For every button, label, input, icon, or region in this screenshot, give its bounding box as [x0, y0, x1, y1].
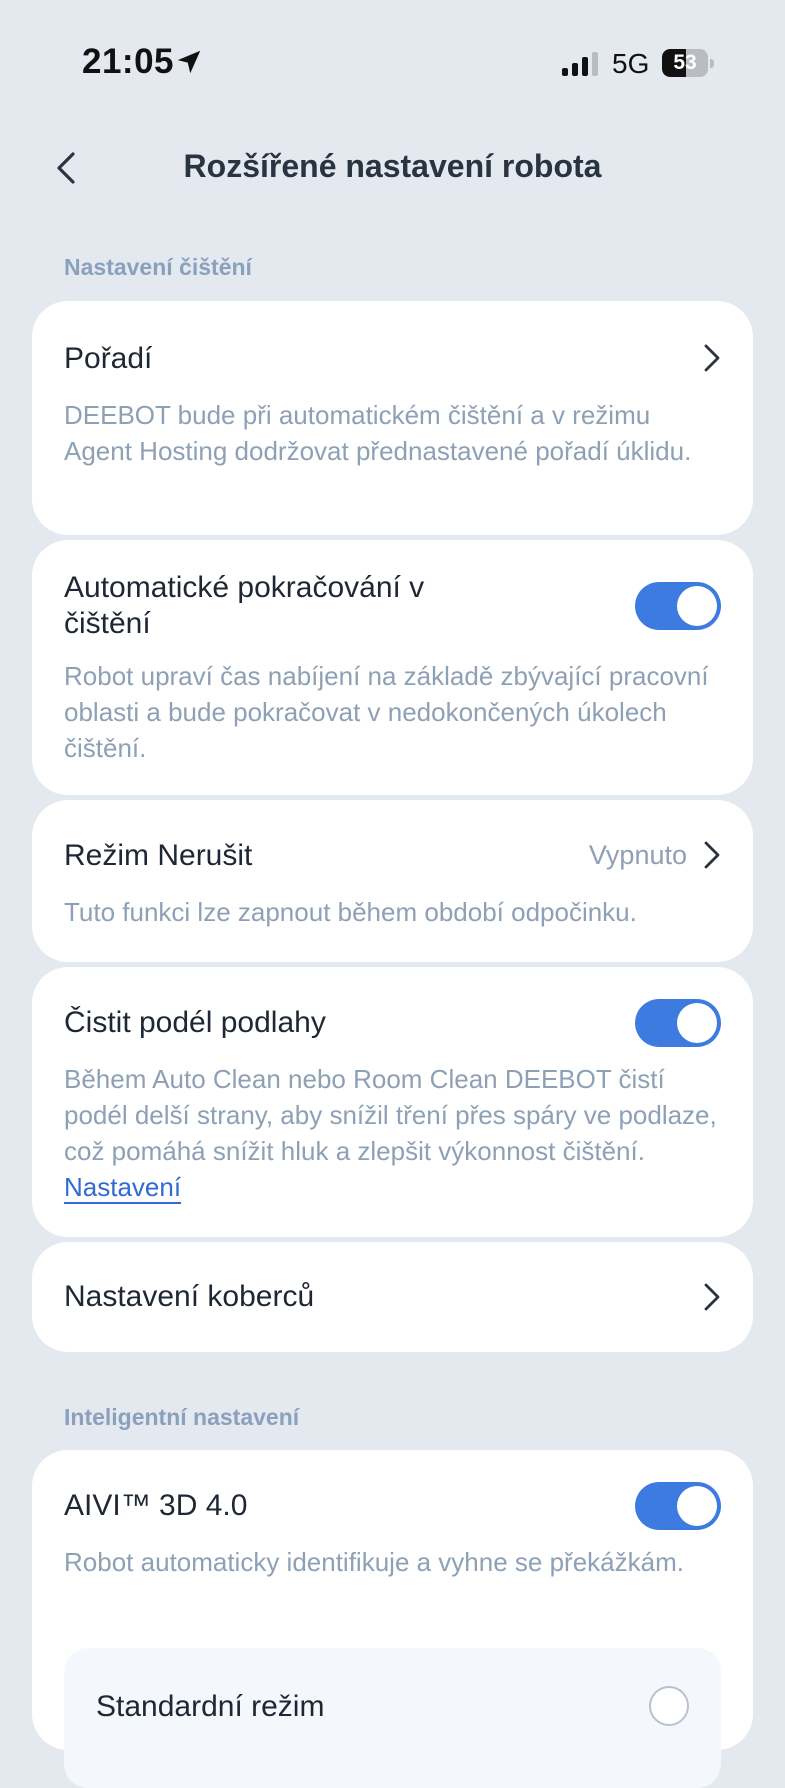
aivi-title: AIVI™ 3D 4.0 [64, 1489, 248, 1522]
network-type: 5G [612, 48, 650, 79]
section-title-smart: Inteligentní nastavení [64, 1404, 300, 1430]
dnd-value: Vypnuto [588, 840, 687, 870]
battery-icon: 53 [662, 49, 716, 77]
toggle-knob [677, 1003, 717, 1043]
auto-resume-toggle[interactable] [635, 582, 721, 630]
carpet-title: Nastavení koberců [64, 1280, 315, 1313]
chevron-right-icon [704, 841, 720, 869]
aivi-description: Robot automaticky identifikuje a vyhne s… [64, 1547, 684, 1577]
section-title-cleaning: Nastavení čištění [64, 254, 252, 280]
order-card[interactable]: Pořadí DEEBOT bude při automatickém čišt… [32, 301, 753, 535]
mode-standard-label: Standardní režim [96, 1690, 325, 1723]
order-description: DEEBOT bude při automatickém čištění a v… [64, 400, 692, 466]
aivi-toggle[interactable] [635, 1482, 721, 1530]
chevron-right-icon [704, 1283, 720, 1311]
status-bar: 21:05 5G 53 [0, 0, 785, 120]
chevron-right-icon [704, 344, 720, 372]
auto-resume-description: Robot upraví čas nabíjení na základě zbý… [64, 661, 709, 763]
dnd-card[interactable]: Režim Nerušit Vypnuto Tuto funkci lze za… [32, 800, 753, 962]
aivi-mode-option-standard[interactable]: Standardní režim [64, 1648, 721, 1788]
status-time: 21:05 [82, 42, 175, 81]
battery-percent: 53 [673, 51, 697, 74]
floor-direction-settings-link[interactable]: Nastavení [64, 1172, 181, 1202]
cellular-signal-icon [562, 52, 598, 76]
dnd-description: Tuto funkci lze zapnout během období odp… [64, 897, 637, 927]
mode-standard-radio[interactable] [649, 1686, 689, 1726]
floor-direction-text: Během Auto Clean nebo Room Clean DEEBOT … [64, 1064, 717, 1166]
carpet-card[interactable]: Nastavení koberců [32, 1242, 753, 1352]
floor-direction-description: Během Auto Clean nebo Room Clean DEEBOT … [64, 1061, 721, 1205]
location-arrow-icon [177, 50, 201, 74]
order-title: Pořadí [64, 342, 153, 375]
floor-direction-card: Čistit podél podlahy Během Auto Clean ne… [32, 967, 753, 1237]
auto-resume-title: Automatické pokračování v čištění [64, 571, 425, 640]
floor-direction-title: Čistit podél podlahy [64, 1006, 326, 1039]
toggle-knob [677, 586, 717, 626]
navigation-header: Rozšířené nastavení robota [0, 120, 785, 216]
page-title: Rozšířené nastavení robota [183, 148, 602, 184]
toggle-knob [677, 1486, 717, 1526]
aivi-card: AIVI™ 3D 4.0 Robot automaticky identifik… [32, 1450, 753, 1788]
auto-resume-card: Automatické pokračování v čištění Robot … [32, 540, 753, 795]
floor-direction-toggle[interactable] [635, 999, 721, 1047]
dnd-title: Režim Nerušit [64, 839, 253, 872]
